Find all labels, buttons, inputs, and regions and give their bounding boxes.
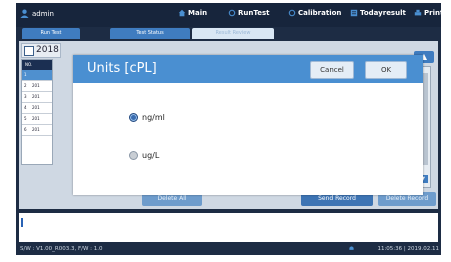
dialog-header: Units [cPL] Cancel OK — [73, 55, 423, 83]
table-header-no: NO. — [22, 60, 52, 70]
row-date: 201 — [32, 83, 40, 88]
nav-runtest-label: RunTest — [238, 9, 270, 17]
tab-test-status[interactable]: Test Status — [110, 28, 190, 39]
table-row[interactable]: 2 201 — [22, 81, 52, 92]
tab-result-review[interactable]: Result Review — [192, 28, 274, 39]
nav-main[interactable]: Main — [178, 9, 207, 17]
year-selector[interactable]: 2018 — [21, 43, 61, 58]
refresh-icon — [228, 9, 236, 17]
bell-icon — [349, 246, 354, 250]
radio-selected-icon[interactable] — [129, 113, 138, 122]
tab-run-test[interactable]: Run Test — [22, 28, 80, 39]
nav-calibration[interactable]: Calibration — [288, 9, 341, 17]
table-row[interactable]: 5 201 — [22, 114, 52, 125]
row-date: 201 — [32, 127, 40, 132]
row-number: 1 — [24, 72, 27, 77]
table-row[interactable]: 4 201 — [22, 103, 52, 114]
row-number: 2 — [24, 83, 27, 88]
ok-button[interactable]: OK — [365, 61, 407, 79]
status-bar: S/W : V1.00_R003.3, F/W : 1.0 11:05:36 |… — [16, 244, 441, 255]
message-area[interactable] — [19, 213, 438, 242]
printer-icon — [414, 9, 422, 16]
top-bar: admin Main RunTest Calibration Todayresu… — [16, 3, 441, 27]
row-date: 201 — [32, 105, 40, 110]
user-icon — [20, 9, 29, 18]
row-number: 3 — [24, 94, 27, 99]
user-name: admin — [32, 9, 54, 18]
datetime-text: 11:05:36 | 2019.02.11 — [377, 246, 439, 252]
units-dialog: Units [cPL] Cancel OK ng/ml ug/L — [73, 55, 423, 195]
result-table: NO. 1 2 201 3 201 4 201 5 201 6 201 — [21, 59, 53, 165]
calibration-icon — [288, 9, 296, 17]
dialog-title: Units [cPL] — [87, 61, 157, 76]
unit-option-label: ug/L — [142, 151, 160, 160]
table-row[interactable]: 3 201 — [22, 92, 52, 103]
unit-option-ng-ml[interactable]: ng/ml — [129, 113, 165, 122]
table-row[interactable]: 6 201 — [22, 125, 52, 136]
unit-option-ug-l[interactable]: ug/L — [129, 151, 159, 160]
version-text: S/W : V1.00_R003.3, F/W : 1.0 — [20, 246, 103, 252]
nav-todayresult-label: Todayresult — [360, 9, 406, 17]
nav-todayresult[interactable]: Todayresult — [350, 9, 406, 17]
row-number: 4 — [24, 105, 27, 110]
year-value: 2018 — [36, 45, 59, 55]
calendar-icon — [24, 46, 34, 56]
nav-print-label: Print — [424, 9, 441, 17]
nav-main-label: Main — [188, 9, 208, 17]
row-date: 201 — [32, 116, 40, 121]
row-date: 201 — [32, 94, 40, 99]
nav-print[interactable]: Print — [414, 9, 441, 17]
unit-option-label: ng/ml — [142, 113, 165, 122]
text-cursor — [21, 218, 23, 227]
radio-unselected-icon[interactable] — [129, 151, 138, 160]
nav-calibration-label: Calibration — [298, 9, 342, 17]
user-info[interactable]: admin — [20, 9, 54, 18]
cancel-button[interactable]: Cancel — [310, 61, 354, 79]
tab-bar: Run Test Test Status Result Review — [16, 27, 441, 40]
home-icon — [178, 9, 186, 17]
nav-runtest[interactable]: RunTest — [228, 9, 269, 17]
table-row[interactable]: 1 — [22, 70, 52, 81]
list-icon — [350, 9, 358, 17]
device-screen: admin Main RunTest Calibration Todayresu… — [16, 3, 441, 255]
row-number: 6 — [24, 127, 27, 132]
row-number: 5 — [24, 116, 27, 121]
